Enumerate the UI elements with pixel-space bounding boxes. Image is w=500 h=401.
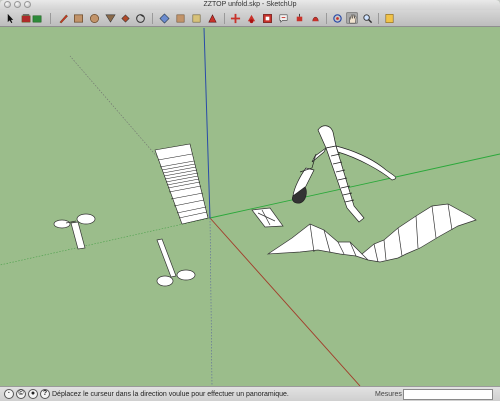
follow-me-tool-button[interactable] (245, 12, 257, 24)
eraser-tool-button[interactable] (174, 12, 186, 24)
measurements-input[interactable] (403, 389, 493, 400)
push-pull-tool-button[interactable] (104, 12, 116, 24)
warehouse-icon (385, 13, 393, 23)
paint-bucket-icon (207, 13, 217, 22)
section-icon (230, 13, 240, 23)
orbit-icon (332, 13, 342, 23)
measurements-label: Mesures (375, 391, 402, 398)
toolbar-separator (224, 13, 225, 24)
arrow-cursor-icon (7, 13, 13, 23)
make-component-tool-button[interactable] (20, 12, 44, 24)
pencil-icon (58, 13, 68, 23)
status-message: Déplacez le curseur dans la direction vo… (52, 391, 289, 398)
status-bar: · © ● ? Déplacez le curseur dans la dire… (0, 386, 500, 401)
warehouse-tool-button[interactable] (383, 12, 395, 24)
user-icon[interactable]: ● (28, 389, 38, 399)
axes-tool-button[interactable] (309, 12, 321, 24)
diamond-part[interactable] (251, 207, 284, 228)
zoom-tool-button[interactable] (361, 12, 373, 24)
push-pull-icon (104, 14, 116, 23)
lower-small-part[interactable] (156, 238, 196, 287)
scale-tool-button[interactable] (261, 12, 273, 24)
scene-canvas[interactable] (0, 28, 500, 386)
help-icon[interactable]: ? (40, 389, 50, 399)
offset-tool-button[interactable] (134, 12, 146, 24)
geo-location-icon[interactable]: · (4, 389, 14, 399)
model-viewport[interactable] (0, 28, 500, 386)
paint-tool-button[interactable] (206, 12, 218, 24)
sketchup-window: ZZTOP unfold.skp - SketchUp · © ● ? Dépl… (0, 0, 500, 401)
dimension-icon (296, 13, 302, 21)
move-tool-button[interactable] (190, 12, 202, 24)
orbit-tool-button[interactable] (331, 12, 343, 24)
neck-part[interactable] (292, 125, 397, 223)
left-small-part[interactable] (53, 213, 96, 250)
tape-tool-button[interactable] (158, 12, 170, 24)
credits-icon[interactable]: © (16, 389, 26, 399)
circle-icon (89, 13, 99, 23)
rotate-tool-button[interactable] (119, 12, 131, 24)
unfolded-strip-part[interactable] (266, 203, 477, 263)
green-axis-negative (0, 217, 211, 266)
select-tool-button[interactable] (4, 12, 16, 24)
move-icon (192, 14, 200, 22)
rectangle-icon (73, 13, 83, 23)
component-icon (21, 13, 42, 22)
toolbar-separator (326, 13, 327, 24)
eraser-icon (176, 14, 184, 22)
striped-box-part[interactable] (154, 143, 209, 225)
toolbar-separator (152, 13, 153, 24)
pan-tool-button[interactable] (346, 12, 358, 24)
rectangle-tool-button[interactable] (72, 12, 84, 24)
dimension-tool-button[interactable] (293, 12, 305, 24)
toolbar-separator (378, 13, 379, 24)
blue-axis (203, 28, 211, 219)
axes-icon (312, 16, 318, 21)
pencil-tool-button[interactable] (57, 12, 69, 24)
tape-icon (159, 13, 169, 23)
text-tool-button[interactable] (277, 12, 289, 24)
magnifier-icon (362, 13, 372, 23)
section-tool-button[interactable] (229, 12, 241, 24)
circle-tool-button[interactable] (88, 12, 100, 24)
title-bar: ZZTOP unfold.skp - SketchUp (0, 0, 500, 10)
hand-icon (349, 14, 356, 23)
text-icon (279, 14, 287, 23)
scale-icon (262, 13, 272, 23)
follow-me-icon (247, 14, 255, 23)
window-title: ZZTOP unfold.skp - SketchUp (203, 1, 297, 8)
offset-icon (135, 13, 145, 23)
main-toolbar (0, 10, 500, 27)
rotate-icon (120, 13, 130, 23)
blue-axis-negative (209, 217, 213, 386)
toolbar-separator (50, 13, 51, 24)
